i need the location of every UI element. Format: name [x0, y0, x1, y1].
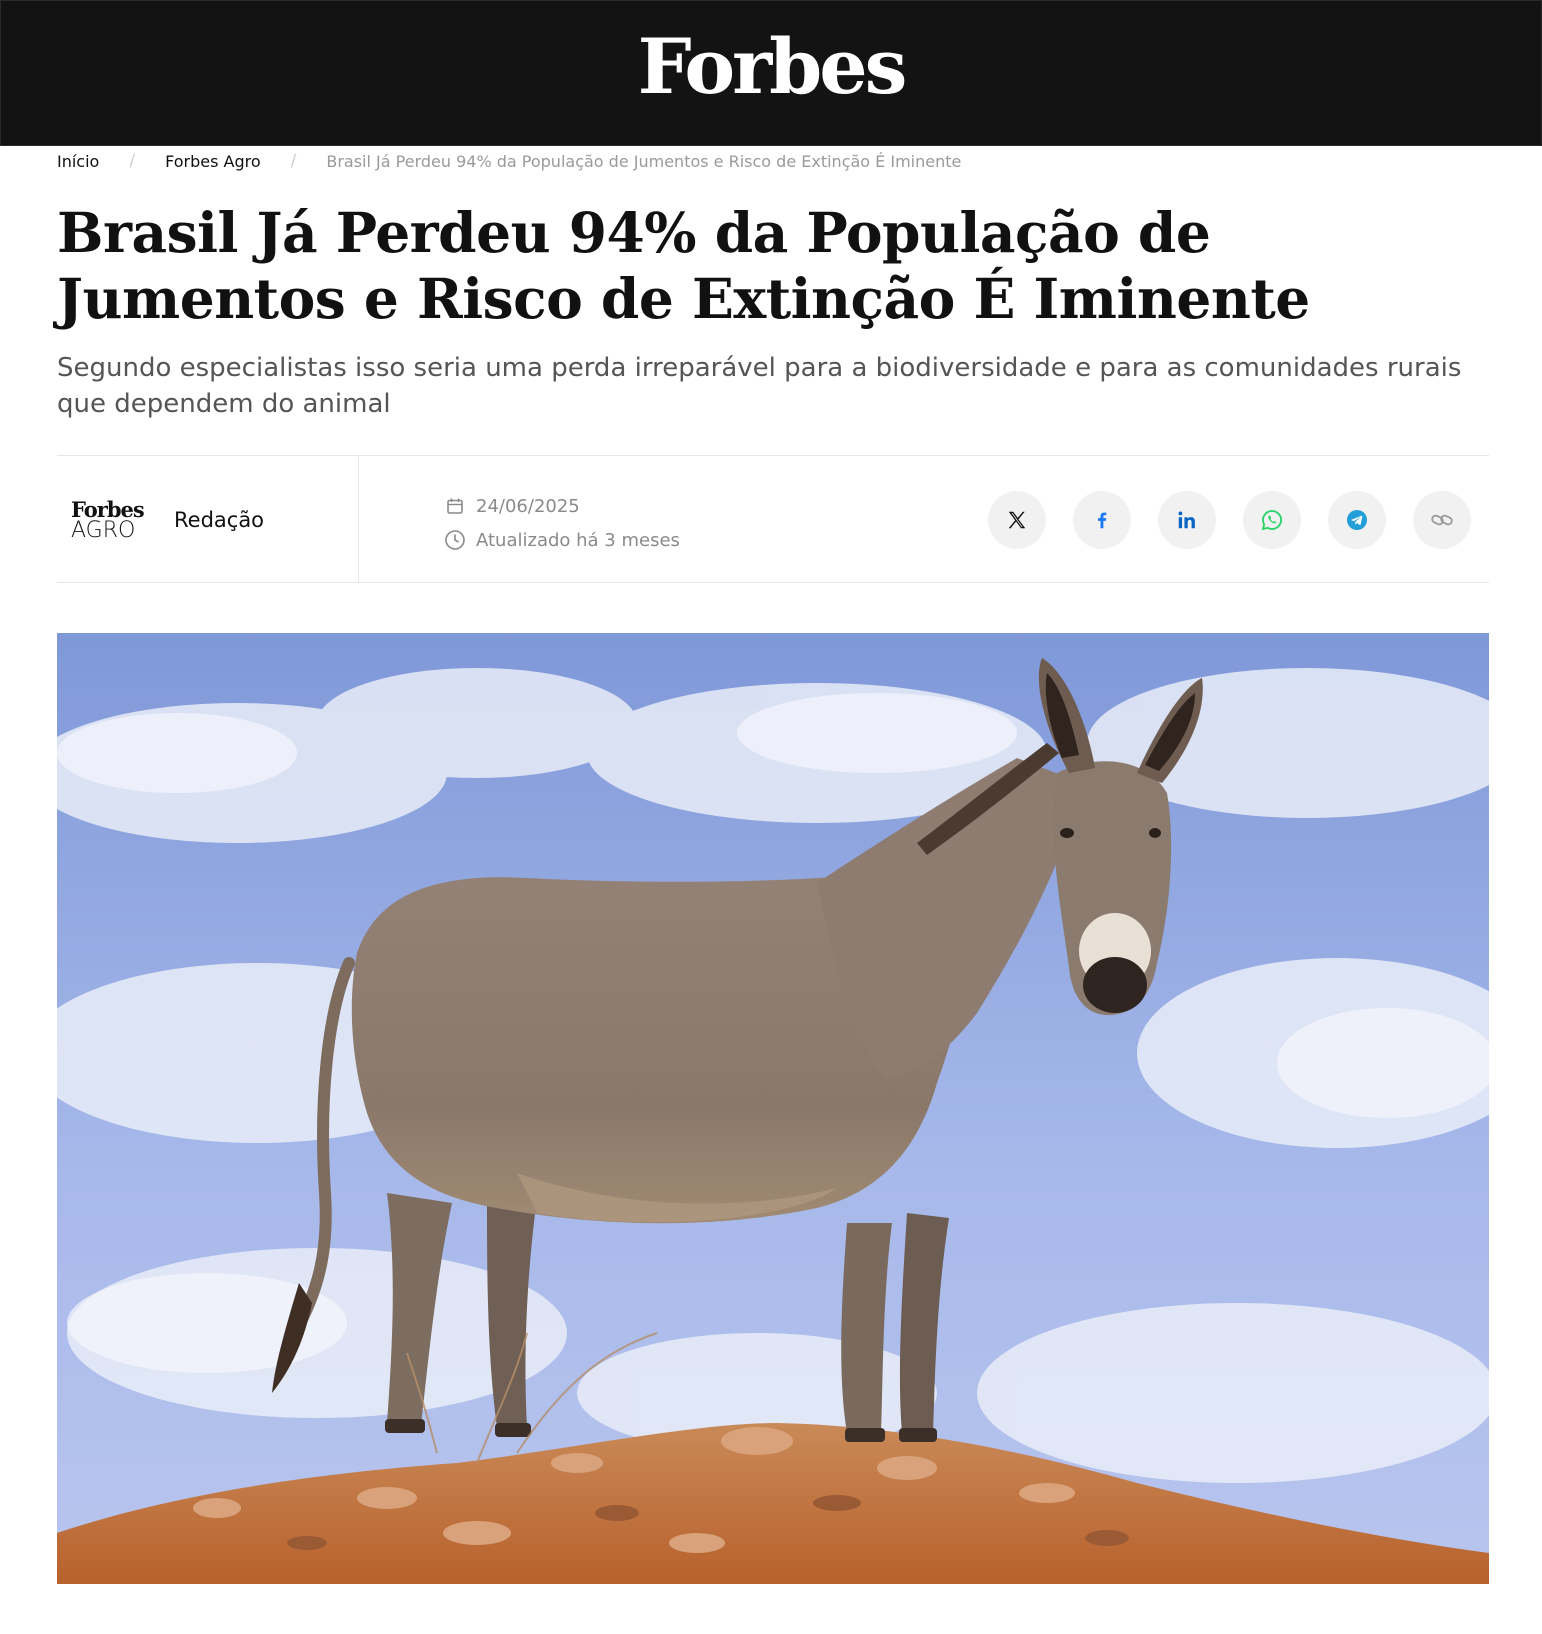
share-telegram-button[interactable] [1328, 491, 1386, 549]
breadcrumb-item-inicio[interactable]: Início [57, 152, 99, 171]
article-meta: Forbes AGRO Redação 24/06/2025 Atualizad… [57, 455, 1489, 583]
breadcrumb-separator: / [290, 151, 297, 171]
clock-icon [444, 529, 466, 551]
share-x-button[interactable] [988, 491, 1046, 549]
updated-time: Atualizado há 3 meses [476, 529, 680, 551]
share-bar [988, 491, 1471, 549]
article-title: Brasil Já Perdeu 94% da População de Jum… [57, 200, 1310, 331]
hero-image-donkey [57, 633, 1489, 1584]
forbes-logo[interactable]: Forbes [1, 29, 1541, 105]
author-name[interactable]: Redação [174, 508, 264, 532]
share-whatsapp-button[interactable] [1243, 491, 1301, 549]
publish-date: 24/06/2025 [476, 495, 580, 517]
site-header: Forbes [0, 0, 1542, 146]
calendar-icon [444, 495, 466, 517]
article-subtitle: Segundo especialistas isso seria uma per… [57, 353, 1462, 419]
facebook-icon [1098, 512, 1107, 529]
telegram-icon [1347, 510, 1367, 530]
whatsapp-icon [1261, 510, 1282, 531]
meta-divider [358, 456, 359, 582]
share-linkedin-button[interactable] [1158, 491, 1216, 549]
link-icon [1431, 514, 1453, 526]
article-dates: 24/06/2025 Atualizado há 3 meses [444, 489, 680, 557]
forbes-agro-logo[interactable]: Forbes AGRO [71, 497, 149, 546]
agro-logo-line2: AGRO [71, 518, 136, 543]
linkedin-icon [1178, 511, 1195, 529]
breadcrumb-item-current: Brasil Já Perdeu 94% da População de Jum… [326, 151, 962, 171]
breadcrumb-separator: / [129, 151, 136, 171]
share-facebook-button[interactable] [1073, 491, 1131, 549]
breadcrumb: Início / Forbes Agro / Brasil Já Perdeu … [57, 150, 961, 172]
breadcrumb-item-forbes-agro[interactable]: Forbes Agro [165, 152, 261, 171]
copy-link-button[interactable] [1413, 491, 1471, 549]
agro-logo-line1: Forbes [71, 497, 145, 522]
x-icon [1008, 511, 1026, 529]
